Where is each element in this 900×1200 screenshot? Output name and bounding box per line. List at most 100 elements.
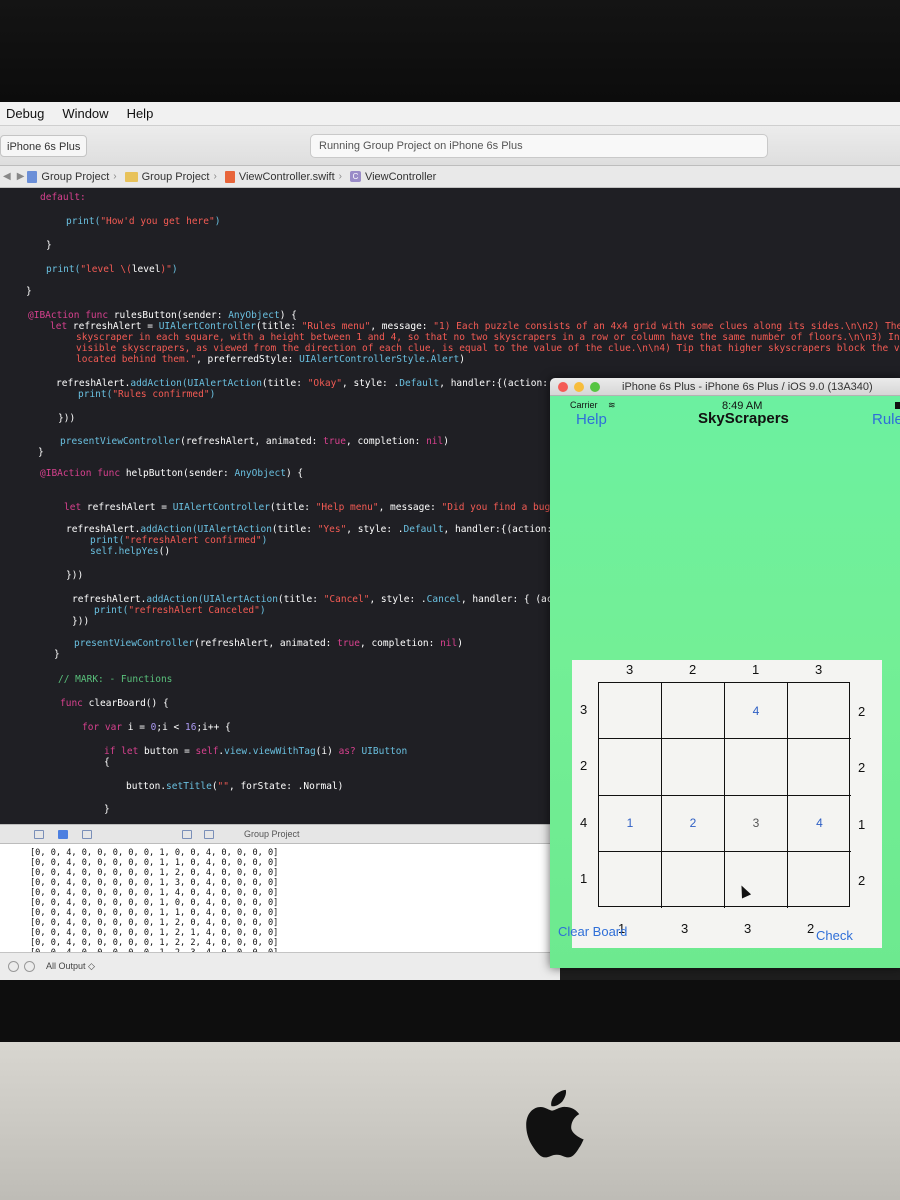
zoom-icon[interactable] (590, 382, 600, 392)
breadcrumb-label: Group Project (41, 170, 110, 183)
scheme-selector[interactable]: iPhone 6s Plus (0, 135, 88, 157)
clear-board-button[interactable]: Clear Board (558, 924, 627, 939)
output-filter-select[interactable]: All Output ◇ (46, 961, 95, 972)
grid-cell[interactable] (725, 851, 788, 908)
breadcrumb-label: Group Project (141, 170, 210, 183)
grid-cell[interactable]: 2 (662, 795, 725, 852)
code-token: , handler:{(action: (439, 378, 554, 389)
grid-cell[interactable] (662, 851, 725, 908)
code-token: , style: . (369, 594, 427, 605)
folder-icon (124, 171, 138, 182)
code-token: })) (58, 413, 76, 424)
code-token: () (158, 546, 171, 557)
clue-right: 2 (858, 704, 866, 719)
code-token: refreshAlert. (66, 524, 141, 535)
menu-debug[interactable]: Debug (0, 106, 53, 121)
menu-window[interactable]: Window (53, 106, 117, 121)
class-icon: C (349, 171, 361, 182)
breakpoints-icon[interactable] (58, 830, 68, 839)
code-token: ) (171, 264, 178, 275)
debug-bar: Group Project (0, 824, 560, 844)
grid-cell[interactable] (788, 683, 851, 740)
back-arrow-icon[interactable]: ◀ (3, 171, 11, 182)
code-line: } (26, 286, 32, 297)
code-token: (refreshAlert, animated: (194, 638, 338, 649)
code-token: , message: (378, 502, 442, 513)
code-token: located behind them." (76, 354, 197, 365)
grid-cell[interactable] (599, 739, 662, 796)
breadcrumb-class[interactable]: C ViewController (349, 171, 436, 183)
breadcrumb-file[interactable]: ViewController.swift › (224, 170, 346, 183)
code-line: refreshAlert.addAction(UIAlertAction(tit… (56, 378, 582, 389)
code-line: @IBAction func helpButton(sender: AnyObj… (40, 468, 303, 479)
help-button[interactable]: Help (576, 411, 607, 428)
code-token: refreshAlert. (56, 378, 131, 389)
check-button[interactable]: Check (816, 928, 853, 943)
code-token: self.helpYes (90, 546, 159, 557)
console-area[interactable]: [0, 0, 4, 0, 0, 0, 0, 0, 1, 0, 0, 4, 0, … (0, 844, 560, 958)
grid-cell[interactable] (662, 739, 725, 796)
code-token: ) (209, 389, 216, 400)
code-token: print( (94, 605, 129, 616)
code-line: @IBAction func rulesButton(sender: AnyOb… (28, 310, 297, 321)
clue-left: 4 (580, 814, 588, 830)
rules-button[interactable]: Rules (872, 411, 900, 428)
code-line: print("refreshAlert Canceled") (94, 605, 266, 616)
code-token: Cancel (426, 594, 461, 605)
grid-cell[interactable] (599, 851, 662, 908)
menu-help[interactable]: Help (118, 106, 163, 121)
code-token: "refreshAlert Canceled" (128, 605, 260, 616)
code-token: true (323, 436, 346, 447)
forward-arrow-icon[interactable]: ▶ (17, 171, 25, 182)
grid-cell[interactable]: 4 (788, 796, 851, 852)
code-token: addAction(UIAlertAction (130, 378, 262, 389)
console-line: [0, 0, 4, 0, 0, 0, 0, 0, 1, 2, 0, 4, 0, … (30, 868, 279, 878)
code-token: refreshAlert = (86, 502, 173, 513)
location-icon[interactable] (204, 830, 214, 839)
grid-cell[interactable] (662, 683, 725, 740)
clue-bottom: 3 (681, 921, 689, 936)
close-icon[interactable] (558, 382, 568, 392)
code-token: print( (66, 216, 101, 227)
clear-console-icon[interactable] (24, 961, 35, 972)
view-debugger-icon[interactable] (182, 830, 192, 839)
code-line: if let button = self.view.viewWithTag(i)… (104, 746, 407, 757)
simulator-title-bar: iPhone 6s Plus - iPhone 6s Plus / iOS 9.… (550, 378, 900, 396)
grid-cell[interactable] (788, 739, 851, 796)
code-token: button = (144, 746, 196, 757)
breadcrumb-project[interactable]: Group Project › (27, 170, 120, 183)
code-line: func clearBoard() { (60, 698, 169, 709)
code-line: } (104, 804, 110, 815)
grid-cell[interactable]: 1 (599, 795, 662, 852)
grid-cell[interactable] (725, 739, 788, 796)
code-token: print( (90, 535, 125, 546)
clue-bottom: 2 (807, 921, 815, 936)
code-token: visible skyscrapers, as viewed from the … (76, 343, 900, 354)
minimize-icon[interactable] (574, 382, 584, 392)
app-title: SkyScrapers (698, 410, 789, 427)
code-token: "Rules confirmed" (112, 389, 210, 400)
code-token: UIAlertController (158, 321, 256, 332)
console-line: [0, 0, 4, 0, 0, 0, 0, 0, 1, 1, 0, 4, 0, … (30, 858, 279, 868)
code-line: skyscraper in each square, with a height… (76, 332, 900, 343)
breadcrumb-group[interactable]: Group Project › (124, 170, 221, 183)
code-token: "Cancel" (323, 594, 370, 605)
code-token: nil (440, 638, 458, 649)
pause-icon[interactable] (82, 830, 92, 839)
grid-cell[interactable] (788, 852, 851, 908)
grid-cell[interactable]: 3 (725, 795, 788, 852)
code-token: } (26, 286, 32, 297)
grid-cell[interactable]: 4 (725, 683, 788, 740)
code-line: located behind them.", preferredStyle: U… (76, 354, 465, 365)
code-token: i = (127, 722, 151, 733)
code-token: helpButton(sender: (125, 468, 235, 479)
grid-cell[interactable] (599, 683, 662, 740)
apple-logo-icon (526, 1089, 584, 1158)
code-token: rulesButton(sender: (113, 310, 229, 321)
code-token: refreshAlert. (72, 594, 147, 605)
clue-top: 1 (752, 662, 760, 677)
code-token: } (54, 649, 60, 660)
filter-icon[interactable] (8, 961, 19, 972)
hide-debug-icon[interactable] (34, 830, 44, 839)
phone-screen: Carrier ≋ 8:49 AM Help SkyScrapers Rules… (550, 396, 900, 968)
